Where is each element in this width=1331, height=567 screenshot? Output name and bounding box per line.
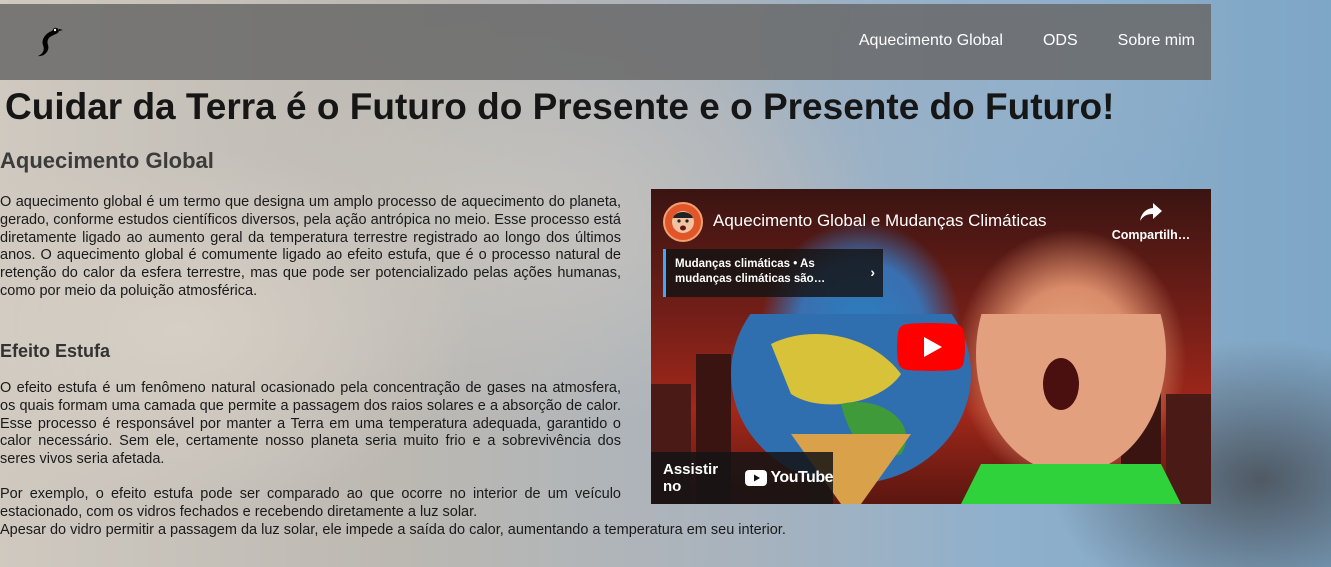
face-icon <box>672 211 694 233</box>
section-heading: Aquecimento Global <box>0 148 214 173</box>
top-navbar: Aquecimento Global ODS Sobre mim <box>0 4 1211 80</box>
playlist-card[interactable]: Mudanças climáticas • As mudanças climát… <box>663 249 883 297</box>
paragraph-exemplo-continued: Apesar do vidro permitir a passagem da l… <box>0 522 786 538</box>
nav-link-sobre-mim[interactable]: Sobre mim <box>1118 32 1195 50</box>
share-arrow-icon <box>1140 203 1162 221</box>
paragraph-exemplo: Por exemplo, o efeito estufa pode ser co… <box>0 486 621 520</box>
watch-on-label: Assistir no <box>663 461 719 495</box>
nav-link-aquecimento-global[interactable]: Aquecimento Global <box>859 32 1003 50</box>
watch-on-youtube-button[interactable]: Assistir no YouTube <box>651 452 833 504</box>
subheading-efeito-estufa: Efeito Estufa <box>0 341 111 361</box>
chevron-right-icon: › <box>870 264 875 280</box>
paragraph-efeito-estufa: O efeito estufa é um fenômeno natural oc… <box>0 380 621 468</box>
page-title: Cuidar da Terra é o Futuro do Presente e… <box>5 86 1115 127</box>
nav-links: Aquecimento Global ODS Sobre mim <box>859 32 1195 50</box>
video-title[interactable]: Aquecimento Global e Mudanças Climáticas <box>713 211 1047 231</box>
channel-avatar[interactable] <box>663 202 703 242</box>
paragraph-aquecimento: O aquecimento global é um termo que desi… <box>0 194 621 299</box>
youtube-play-icon <box>745 470 768 486</box>
youtube-logo: YouTube <box>745 469 833 487</box>
nav-link-ods[interactable]: ODS <box>1043 32 1078 50</box>
share-label: Compartilh… <box>1111 228 1191 242</box>
swan-logo-icon[interactable] <box>34 24 64 60</box>
share-button[interactable]: Compartilh… <box>1101 203 1201 242</box>
youtube-wordmark: YouTube <box>770 469 833 486</box>
playlist-card-text: Mudanças climáticas • As mudanças climát… <box>675 258 826 285</box>
youtube-video-embed[interactable]: Aquecimento Global e Mudanças Climáticas… <box>651 189 1211 504</box>
play-button-icon[interactable] <box>897 323 965 371</box>
